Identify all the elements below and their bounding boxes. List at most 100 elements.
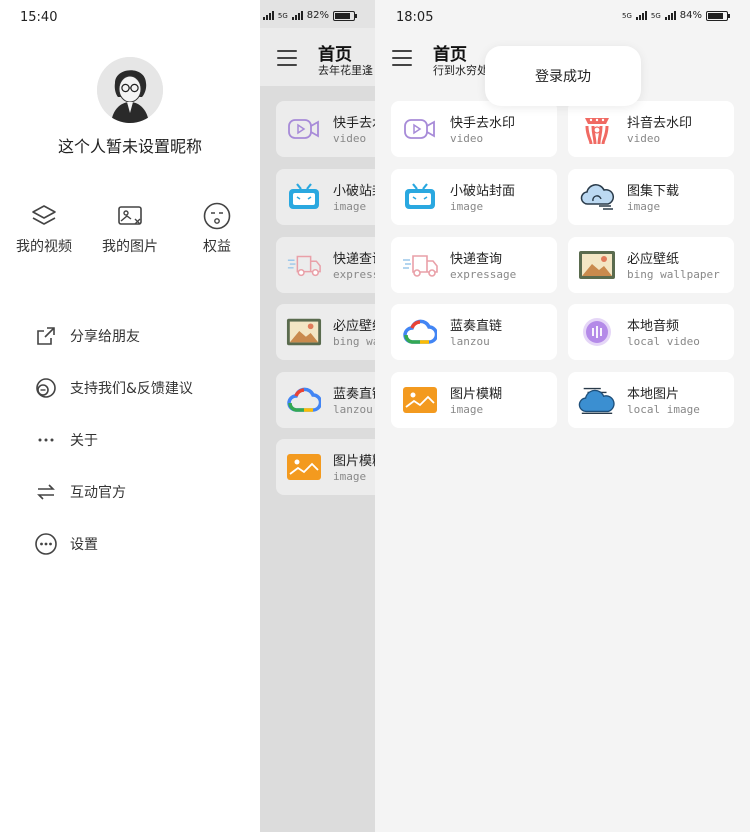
menu-icon[interactable] <box>277 50 297 66</box>
menu-share[interactable]: 分享给朋友 <box>34 323 140 349</box>
landscape-picture-icon <box>578 249 616 281</box>
card-blur[interactable]: 图片模糊 image <box>391 372 557 428</box>
card-subtitle: video <box>333 132 367 145</box>
card-title: 小破站封面 <box>450 184 516 199</box>
card-blur[interactable]: 图片模糊 image <box>276 439 375 495</box>
status-time: 18:05 <box>396 10 434 25</box>
card-subtitle: expressage <box>333 268 375 281</box>
card-bilibili[interactable]: 小破站封 image <box>276 169 375 225</box>
menu-label: 设置 <box>70 537 98 553</box>
battery-icon <box>333 10 357 21</box>
status-bar: 5G 5G 84% <box>621 10 730 21</box>
menu-label: 互动官方 <box>70 485 126 501</box>
audio-disc-icon <box>578 316 616 348</box>
quick-benefits[interactable]: 权益 <box>177 200 257 256</box>
status-bar: 5G 5G 82% <box>260 10 357 21</box>
card-lanzou[interactable]: 蓝奏直链 lanzou <box>391 304 557 360</box>
card-title: 抖音去水印 <box>627 116 693 131</box>
menu-label: 关于 <box>70 433 98 449</box>
layers-icon <box>4 200 84 232</box>
card-subtitle: video <box>627 132 661 145</box>
menu-icon[interactable] <box>392 50 412 66</box>
card-kuaishou[interactable]: 快手去水印 video <box>391 101 557 157</box>
menu-settings[interactable]: 设置 <box>34 531 98 557</box>
menu-official[interactable]: 互动官方 <box>34 479 126 505</box>
card-title: 快手去水 <box>333 116 375 131</box>
card-title: 蓝奏直链 <box>450 319 503 334</box>
battery-text: 84% <box>679 10 702 21</box>
nickname[interactable]: 这个人暂未设置昵称 <box>0 133 260 157</box>
cloud-link-icon <box>286 384 322 416</box>
signal-label: 5G <box>650 11 661 20</box>
card-title: 图片模糊 <box>333 454 375 469</box>
page-subtitle: 去年花里逢 <box>318 64 373 77</box>
signal-label: 5G <box>621 11 632 20</box>
signal-icon <box>664 11 676 20</box>
card-title: 小破站封 <box>333 184 375 199</box>
card-local-audio[interactable]: 本地音频 local video <box>568 304 734 360</box>
signal-icon <box>291 11 303 20</box>
menu-about[interactable]: 关于 <box>34 427 98 453</box>
more-dots-icon <box>34 428 58 452</box>
card-bing[interactable]: 必应壁纸 bing wallpaper <box>276 304 375 360</box>
card-subtitle: lanzou <box>450 335 490 348</box>
card-subtitle: video <box>450 132 484 145</box>
emoji-face-icon <box>177 200 257 232</box>
card-subtitle: local video <box>627 335 700 348</box>
side-drawer: 15:40 这个人暂未设置昵称 我的视频 我的图片 权益 分享给朋友 支持我们&… <box>0 0 260 832</box>
card-douyin[interactable]: 抖音去水印 video <box>568 101 734 157</box>
delivery-truck-icon <box>401 249 439 281</box>
card-local-image[interactable]: 本地图片 local image <box>568 372 734 428</box>
quick-label: 我的图片 <box>102 239 158 255</box>
quick-label: 我的视频 <box>16 239 72 255</box>
card-title: 必应壁纸 <box>627 252 680 267</box>
card-gallery-download[interactable]: 图集下载 image <box>568 169 734 225</box>
signal-icon <box>262 11 274 20</box>
weather-cloud-icon <box>578 384 616 416</box>
card-subtitle: local image <box>627 403 700 416</box>
menu-feedback[interactable]: 支持我们&反馈建议 <box>34 375 193 401</box>
menu-label: 分享给朋友 <box>70 329 140 345</box>
avatar-portrait-icon <box>97 57 163 123</box>
image-frame-icon <box>90 200 170 232</box>
card-title: 图集下载 <box>627 184 680 199</box>
card-subtitle: image <box>333 470 367 483</box>
card-subtitle: image <box>450 200 484 213</box>
signal-label: 5G <box>277 11 288 20</box>
card-express[interactable]: 快递查询 expressage <box>276 237 375 293</box>
card-lanzou[interactable]: 蓝奏直链 lanzou <box>276 372 375 428</box>
screen: 15:40 这个人暂未设置昵称 我的视频 我的图片 权益 分享给朋友 支持我们&… <box>0 0 750 832</box>
card-subtitle: expressage <box>450 268 517 281</box>
bilibili-tv-icon <box>401 181 439 213</box>
card-title: 必应壁纸 <box>333 319 375 334</box>
card-bing-wallpaper[interactable]: 必应壁纸 bing wallpaper <box>568 237 734 293</box>
avatar[interactable] <box>97 57 163 123</box>
card-subtitle: lanzou <box>333 403 373 416</box>
card-title: 蓝奏直链 <box>333 387 375 402</box>
card-title: 本地图片 <box>627 387 680 402</box>
quick-my-images[interactable]: 我的图片 <box>90 200 170 256</box>
menu-label: 支持我们&反馈建议 <box>70 381 193 397</box>
cloud-download-icon <box>578 181 616 213</box>
blur-image-icon <box>286 451 322 483</box>
app-bar: 首页 去年花里逢 <box>260 28 375 86</box>
card-express[interactable]: 快递查询 expressage <box>391 237 557 293</box>
landscape-picture-icon <box>286 316 322 348</box>
battery-icon <box>706 10 730 21</box>
card-subtitle: bing wallpaper <box>627 268 720 281</box>
settings-circle-icon <box>34 532 58 556</box>
feedback-icon <box>34 376 58 400</box>
card-subtitle: image <box>450 403 484 416</box>
quick-my-videos[interactable]: 我的视频 <box>4 200 84 256</box>
share-icon <box>34 324 58 348</box>
card-kuaishou[interactable]: 快手去水 video <box>276 101 375 157</box>
toast-message: 登录成功 <box>485 46 641 106</box>
kuaishou-video-icon <box>401 113 439 145</box>
card-bilibili[interactable]: 小破站封面 image <box>391 169 557 225</box>
status-time: 15:40 <box>20 10 58 25</box>
page-subtitle: 行到水穷处 <box>433 64 488 77</box>
douyin-icon <box>578 113 616 145</box>
main-page: 18:05 5G 5G 84% 首页 行到水穷处 快手去水印 video 抖音去… <box>375 0 750 832</box>
card-subtitle: image <box>333 200 367 213</box>
card-subtitle: image <box>627 200 661 213</box>
